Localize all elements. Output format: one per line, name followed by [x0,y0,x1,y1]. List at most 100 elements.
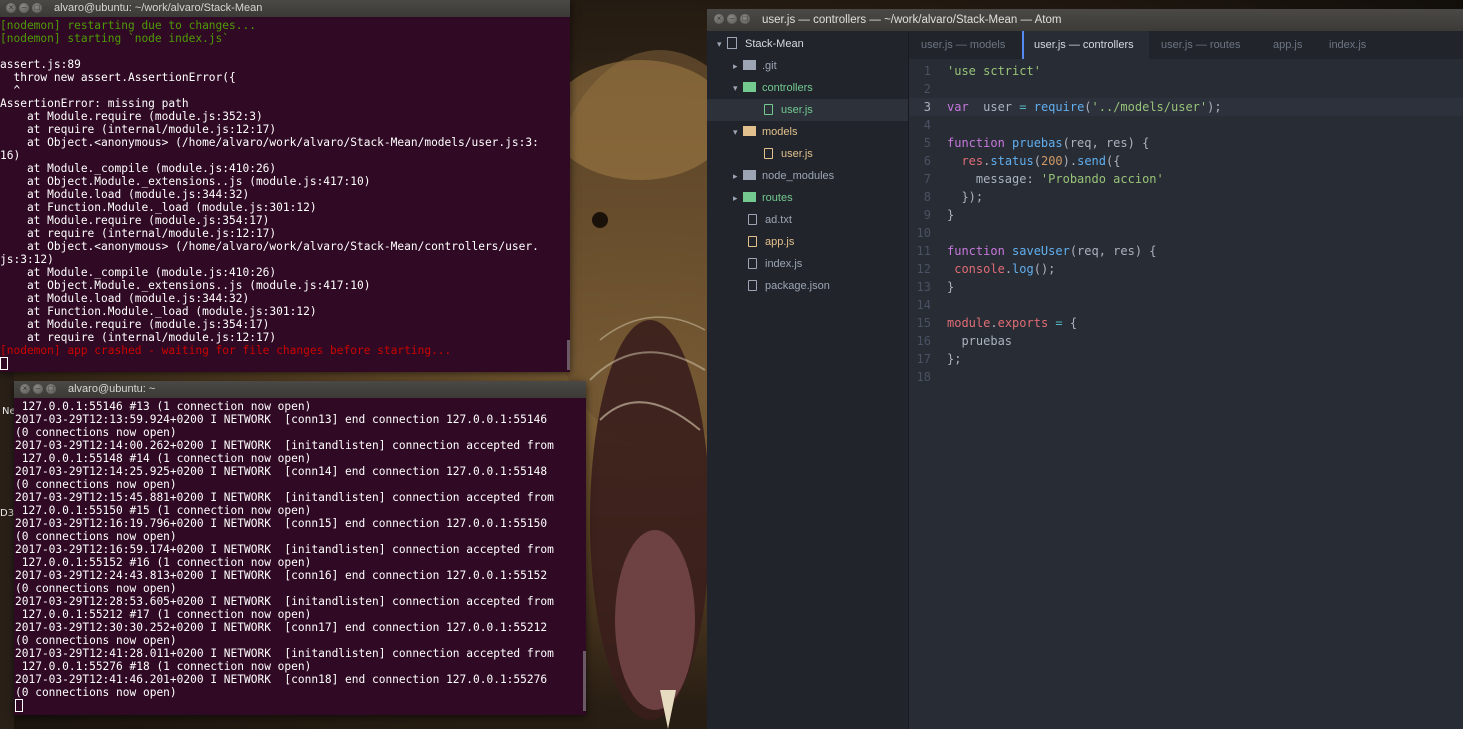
code-token: = [1019,100,1027,114]
code-line[interactable]: 5 function pruebas(req, res) { [909,134,1463,152]
code-token: require [1026,100,1085,114]
terminal-line: 127.0.0.1:55152 #16 (1 connection now op… [15,556,312,569]
code-token: (req, res) { [1069,244,1157,258]
terminal-window-mongod[interactable]: × – □ alvaro@ubuntu: ~ 127.0.0.1:55146 #… [14,381,586,715]
code-line[interactable]: 9} [909,206,1463,224]
line-number: 6 [923,154,931,168]
close-icon[interactable]: × [714,14,724,24]
maximize-icon[interactable]: □ [740,14,750,24]
tree-item-app-js[interactable]: app.js [707,231,908,253]
code-token: function [947,136,1005,150]
tree-item-controllers[interactable]: ▾ controllers [707,77,908,99]
tree-item-routes[interactable]: ▸ routes [707,187,908,209]
code-line[interactable]: 11 function saveUser(req, res) { [909,242,1463,260]
code-line[interactable]: 18 [909,368,1463,386]
code-line[interactable]: 7 message: 'Probando accion' [909,170,1463,188]
tree-item-user-js[interactable]: user.js [707,143,908,165]
tree-item-user-js[interactable]: user.js [707,99,908,121]
terminal-line: 127.0.0.1:55148 #14 (1 connection now op… [15,452,312,465]
terminal-line: 127.0.0.1:55146 #13 (1 connection now op… [15,400,312,413]
chevron-right-icon[interactable]: ▸ [733,187,743,209]
terminal-line: at Module._compile (module.js:410:26) [0,162,277,175]
code-line[interactable]: 13} [909,278,1463,296]
code-line[interactable]: 8 }); [909,188,1463,206]
tree-item--git[interactable]: ▸ .git [707,55,908,77]
tree-item-package-json[interactable]: package.json [707,275,908,297]
terminal-line: 2017-03-29T12:15:45.881+0200 I NETWORK [… [15,491,554,504]
code-token: pruebas [1012,136,1063,150]
code-line[interactable]: 12 console.log(); [909,260,1463,278]
maximize-icon[interactable]: □ [46,384,56,394]
close-icon[interactable]: × [20,384,30,394]
terminal-output[interactable]: 127.0.0.1:55146 #13 (1 connection now op… [14,398,586,717]
code-text: module.exports = { [947,314,1077,332]
minimize-icon[interactable]: – [19,3,29,13]
minimize-icon[interactable]: – [33,384,43,394]
terminal-line: 127.0.0.1:55212 #17 (1 connection now op… [15,608,312,621]
terminal-line: js:3:12) [0,253,54,266]
code-token: }); [947,190,984,204]
terminal-line: at Object.<anonymous> (/home/alvaro/work… [0,240,539,253]
chevron-right-icon[interactable]: ▸ [733,165,743,187]
terminal-scrollbar[interactable] [583,651,586,711]
atom-titlebar[interactable]: × – □ user.js — controllers — ~/work/alv… [707,9,1463,31]
atom-editor-window[interactable]: × – □ user.js — controllers — ~/work/alv… [707,9,1463,729]
tab-bar[interactable]: user.js — models user.js — controllers use… [909,31,1463,59]
tree-item-label: Stack-Mean [745,38,804,50]
terminal-line: 2017-03-29T12:16:19.796+0200 I NETWORK [… [15,517,548,530]
chevron-right-icon[interactable]: ▸ [733,55,743,77]
tree-item-index-js[interactable]: index.js [707,253,908,275]
terminal-line: at Module.require (module.js:354:17) [0,214,270,227]
file-icon [748,280,757,291]
line-number: 16 [916,334,931,348]
tree-item-stack-mean[interactable]: ▾ Stack-Mean [707,33,908,55]
terminal-line: [nodemon] starting `node index.js` [0,32,230,45]
code-line[interactable]: 6 res.status(200).send({ [909,152,1463,170]
code-token: } [947,280,955,294]
code-line[interactable]: 14 [909,296,1463,314]
code-line[interactable]: 3 var user = require('../models/user'); [909,98,1463,116]
code-line[interactable]: 17}; [909,350,1463,368]
code-line[interactable]: 15 module.exports = { [909,314,1463,332]
tab-app-js[interactable]: app.js [1261,31,1317,59]
tab-user-js-routes[interactable]: user.js — routes [1149,31,1261,59]
tab-index-js[interactable]: index.js [1317,31,1377,59]
code-line[interactable]: 16 pruebas [909,332,1463,350]
minimize-icon[interactable]: – [727,14,737,24]
terminal-cursor [0,357,8,370]
terminal-window-nodemon[interactable]: × – □ alvaro@ubuntu: ~/work/alvaro/Stack… [0,0,570,372]
line-number: 14 [916,298,931,312]
code-token: (req, res) { [1062,136,1150,150]
maximize-icon[interactable]: □ [32,3,42,13]
code-token: }; [947,352,962,366]
terminal-line: 2017-03-29T12:30:30.252+0200 I NETWORK [… [15,621,548,634]
tree-item-node-modules[interactable]: ▸ node_modules [707,165,908,187]
code-token: send [1077,154,1107,168]
terminal-title: alvaro@ubuntu: ~/work/alvaro/Stack-Mean [54,2,263,14]
file-icon [748,214,757,225]
tree-item-ad-txt[interactable]: ad.txt [707,209,908,231]
chevron-down-icon[interactable]: ▾ [717,33,727,55]
code-line[interactable]: 1 'use sctrict' [909,62,1463,80]
terminal-output[interactable]: [nodemon] restarting due to changes... [… [0,17,570,374]
chevron-down-icon[interactable]: ▾ [733,77,743,99]
terminal-line: at require (internal/module.js:12:17) [0,123,277,136]
code-text: } [947,206,954,224]
line-number: 17 [916,352,931,366]
tree-item-label: models [762,126,798,138]
code-line[interactable]: 2 [909,80,1463,98]
close-icon[interactable]: × [6,3,16,13]
code-token: exports [997,316,1049,330]
code-line[interactable]: 10 [909,224,1463,242]
terminal-titlebar[interactable]: × – □ alvaro@ubuntu: ~ [14,381,586,398]
terminal-scrollbar[interactable] [567,340,570,370]
project-tree[interactable]: ▾ Stack-Mean ▸ .git ▾ controllers user.js ▾ mode… [707,31,909,729]
chevron-down-icon[interactable]: ▾ [733,121,743,143]
code-token: log [1012,262,1034,276]
tab-user-js-controllers[interactable]: user.js — controllers [1022,31,1149,59]
tab-user-js-models[interactable]: user.js — models [909,31,1022,59]
terminal-titlebar[interactable]: × – □ alvaro@ubuntu: ~/work/alvaro/Stack… [0,0,570,17]
tree-item-models[interactable]: ▾ models [707,121,908,143]
code-line[interactable]: 4 [909,116,1463,134]
code-editor[interactable]: 1'use sctrict' 2 3 var user = require('../m… [909,59,1463,729]
